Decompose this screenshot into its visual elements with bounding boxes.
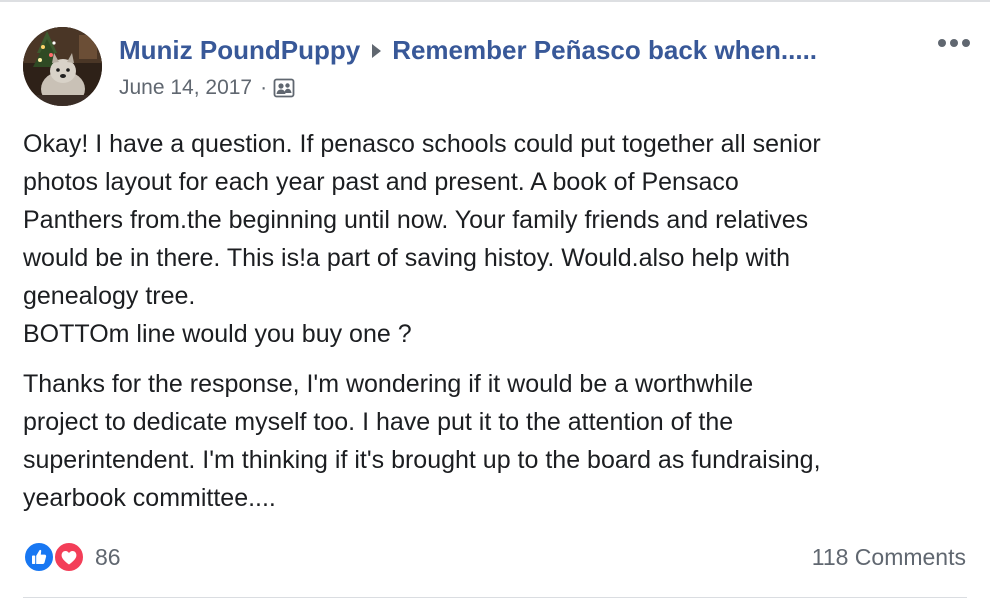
post-text-line: project to dedicate myself too. I have p… [23,408,734,436]
meta-separator: · [260,76,268,99]
reaction-count: 86 [95,543,121,570]
group-members-icon[interactable] [273,77,295,99]
footer-divider [23,597,967,598]
post-date-link[interactable]: June 14, 2017 [119,76,252,100]
post-paragraph-2: Thanks for the response, I'm wondering i… [23,365,973,517]
author-name-link[interactable]: Muniz PoundPuppy [119,35,360,66]
like-icon [23,541,55,573]
reaction-icons [23,540,87,574]
comments-count-link[interactable]: 118 Comments [812,540,966,574]
post-paragraph-1: Okay! I have a question. If penasco scho… [23,125,973,353]
top-divider [0,0,990,2]
author-avatar[interactable] [23,27,102,106]
post-text-line: Okay! I have a question. If penasco scho… [23,130,821,158]
arrow-right-icon [372,44,382,58]
more-options-button[interactable] [934,30,974,56]
reactions-summary[interactable]: 86 [23,540,121,574]
post-text-line: genealogy tree. [23,282,196,310]
avatar-photo [23,27,102,106]
post-text-line: photos layout for each year past and pre… [23,168,739,196]
group-name-link[interactable]: Remember Peñasco back when..... [392,35,817,66]
post-body: Okay! I have a question. If penasco scho… [23,125,973,517]
post-meta: June 14, 2017 · [119,73,295,103]
post-text-line: Panthers from.the beginning until now. Y… [23,206,809,234]
post-text-line: Thanks for the response, I'm wondering i… [23,370,754,398]
post-text-line: yearbook committee.... [23,484,276,512]
post-text-line: BOTTOm line would you buy one ? [23,320,412,348]
more-options-icon [938,39,970,47]
post-header: Muniz PoundPuppy Remember Peñasco back w… [119,32,817,68]
post-text-line: would be in there. This is!a part of sav… [23,244,791,272]
facebook-post: Muniz PoundPuppy Remember Peñasco back w… [0,0,990,600]
post-text-line: superintendent. I'm thinking if it's bro… [23,446,821,474]
love-icon [53,541,85,573]
